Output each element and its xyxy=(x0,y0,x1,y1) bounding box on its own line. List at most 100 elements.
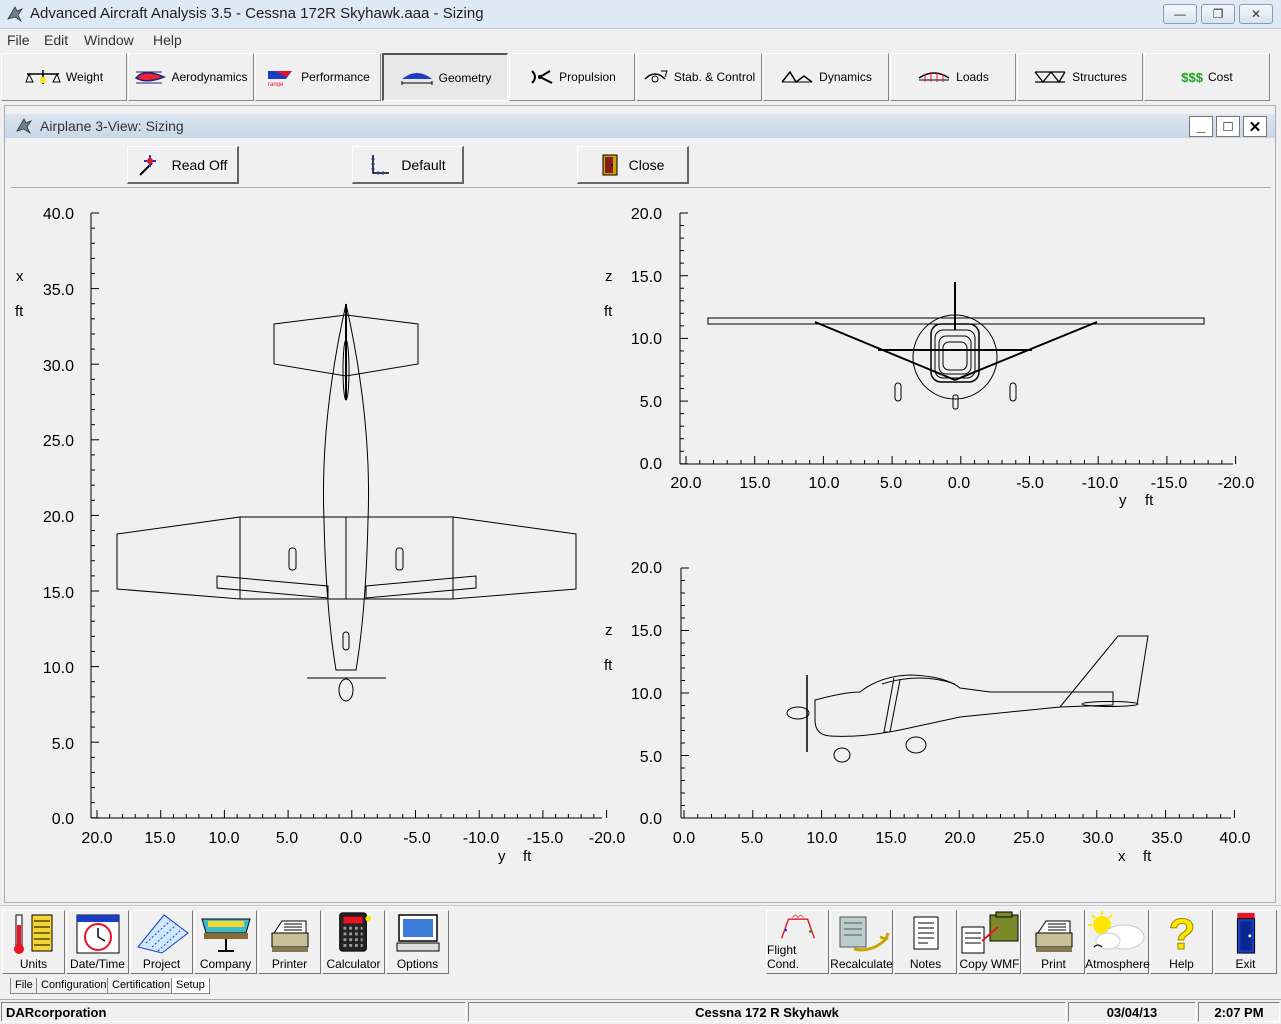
options-label: Options xyxy=(396,957,439,971)
project-button[interactable]: Project xyxy=(130,910,193,974)
minimize-icon: — xyxy=(1174,7,1186,21)
print-button[interactable]: Print xyxy=(1022,910,1085,974)
front-xtick-label: 20.0 xyxy=(670,475,701,492)
structures-label: Structures xyxy=(1072,70,1127,84)
child-minimize-button[interactable]: _ xyxy=(1189,116,1213,137)
front-xtick-label: 15.0 xyxy=(739,475,770,492)
top-xtick-label: -15.0 xyxy=(527,830,564,847)
close-icon: ✕ xyxy=(1250,7,1262,21)
read-off-label: Read Off xyxy=(171,156,228,173)
front-ytick-label: 5.0 xyxy=(640,394,662,411)
top-ytick-label: 5.0 xyxy=(52,736,74,753)
tab-configuration[interactable]: Configuration xyxy=(36,978,112,994)
close-plot-button[interactable]: Close xyxy=(577,146,689,184)
side-xtick-label: 20.0 xyxy=(944,830,975,847)
close-icon: ✕ xyxy=(1248,118,1262,136)
default-label: Default xyxy=(401,156,446,173)
side-ytick-label: 10.0 xyxy=(631,686,662,703)
help-button[interactable]: ? Help xyxy=(1150,910,1213,974)
recalculate-label: Recalculate xyxy=(830,957,893,971)
top-xtick-label: 0.0 xyxy=(340,830,362,847)
maximize-icon: □ xyxy=(1223,118,1233,135)
structures-button[interactable]: Structures xyxy=(1017,53,1143,101)
status-date: 03/04/13 xyxy=(1068,1002,1196,1022)
top-view-aircraft-drawing xyxy=(116,303,577,702)
menu-window[interactable]: Window xyxy=(84,32,134,48)
stab-control-label: Stab. & Control xyxy=(673,70,756,84)
child-title-bar: Airplane 3-View: Sizing _ □ ✕ xyxy=(5,114,1275,138)
top-xtick-label: -5.0 xyxy=(403,830,431,847)
child-close-button[interactable]: ✕ xyxy=(1243,116,1267,137)
default-button[interactable]: Default xyxy=(352,146,464,184)
exit-button[interactable]: Exit xyxy=(1214,910,1277,974)
weight-button[interactable]: Weight xyxy=(1,53,127,101)
top-ylabel: x xyxy=(16,268,24,285)
propulsion-label: Propulsion xyxy=(559,70,616,84)
company-button[interactable]: Company xyxy=(194,910,257,974)
side-ytick-label: 0.0 xyxy=(640,811,662,828)
flight-condition-label: Flight Cond. xyxy=(767,943,800,971)
date-time-button[interactable]: Date/Time xyxy=(66,910,129,974)
options-button[interactable]: Options xyxy=(386,910,449,974)
recalculate-button[interactable]: Recalculate xyxy=(830,910,893,974)
side-xtick-label: 10.0 xyxy=(806,830,837,847)
copy-wmf-label: Copy WMF xyxy=(959,957,1020,971)
dynamics-label: Dynamics xyxy=(819,70,872,84)
category-tabs: File Configuration Certification Setup xyxy=(0,977,1281,997)
tab-certification[interactable]: Certification xyxy=(107,978,176,994)
weight-label: Weight xyxy=(65,70,104,84)
loads-button[interactable]: Loads xyxy=(890,53,1016,101)
units-button[interactable]: Units xyxy=(2,910,65,974)
project-icon xyxy=(136,914,189,954)
copy-wmf-button[interactable]: Copy WMF xyxy=(958,910,1021,974)
child-maximize-button[interactable]: □ xyxy=(1216,116,1240,137)
menu-help[interactable]: Help xyxy=(153,32,182,48)
propulsion-button[interactable]: Propulsion xyxy=(509,53,635,101)
top-xunit: ft xyxy=(523,848,532,865)
atmosphere-button[interactable]: Atmosphere xyxy=(1085,910,1150,974)
read-off-button[interactable]: Read Off xyxy=(127,146,239,184)
top-xlabel: y xyxy=(498,848,506,865)
minimize-button[interactable]: — xyxy=(1163,4,1197,24)
restore-button[interactable]: ❐ xyxy=(1201,4,1235,24)
print-label: Print xyxy=(1041,957,1066,971)
calculator-icon xyxy=(338,912,371,952)
calculator-button[interactable]: Calculator xyxy=(322,910,385,974)
notes-button[interactable]: Notes xyxy=(894,910,957,974)
printer-button[interactable]: Printer xyxy=(258,910,321,974)
close-button[interactable]: ✕ xyxy=(1239,4,1273,24)
front-xtick-label: 5.0 xyxy=(880,475,902,492)
side-yunit: ft xyxy=(604,657,613,674)
side-xlabel: x xyxy=(1118,848,1126,865)
dynamics-button[interactable]: Dynamics xyxy=(763,53,889,101)
door-icon xyxy=(602,154,618,175)
status-company: DARcorporation xyxy=(1,1002,466,1022)
notes-icon xyxy=(913,916,938,950)
top-xtick-label: 10.0 xyxy=(208,830,239,847)
side-xtick-label: 35.0 xyxy=(1151,830,1182,847)
tab-setup[interactable]: Setup xyxy=(171,978,210,994)
bottom-toolbar: Units Date/Time Project Company Printer … xyxy=(0,905,1281,977)
child-window-title: Airplane 3-View: Sizing xyxy=(40,118,184,134)
axes-icon xyxy=(371,154,390,175)
stab-control-button[interactable]: Stab. & Control xyxy=(636,53,762,101)
top-xtick-label: -10.0 xyxy=(463,830,500,847)
tab-file[interactable]: File xyxy=(10,978,38,994)
company-label: Company xyxy=(199,957,252,971)
performance-button[interactable]: range Performance xyxy=(255,53,381,101)
front-xtick-label: -5.0 xyxy=(1016,475,1044,492)
aerodynamics-button[interactable]: Aerodynamics xyxy=(128,53,254,101)
three-view-toolbar: Read Off Default Close xyxy=(11,142,1271,188)
top-ytick-label: 30.0 xyxy=(43,358,74,375)
cost-button[interactable]: $$$ Cost xyxy=(1144,53,1270,101)
flight-condition-button[interactable]: Flight Cond. xyxy=(766,910,829,974)
menu-file[interactable]: File xyxy=(7,32,30,48)
geometry-icon xyxy=(401,72,433,85)
menu-edit[interactable]: Edit xyxy=(44,32,68,48)
side-xunit: ft xyxy=(1143,848,1152,865)
atmosphere-label: Atmosphere xyxy=(1085,957,1150,971)
thermometer-icon xyxy=(13,914,52,954)
front-ytick-label: 10.0 xyxy=(631,331,662,348)
minimize-icon: _ xyxy=(1196,118,1206,135)
geometry-button[interactable]: Geometry xyxy=(382,53,508,101)
